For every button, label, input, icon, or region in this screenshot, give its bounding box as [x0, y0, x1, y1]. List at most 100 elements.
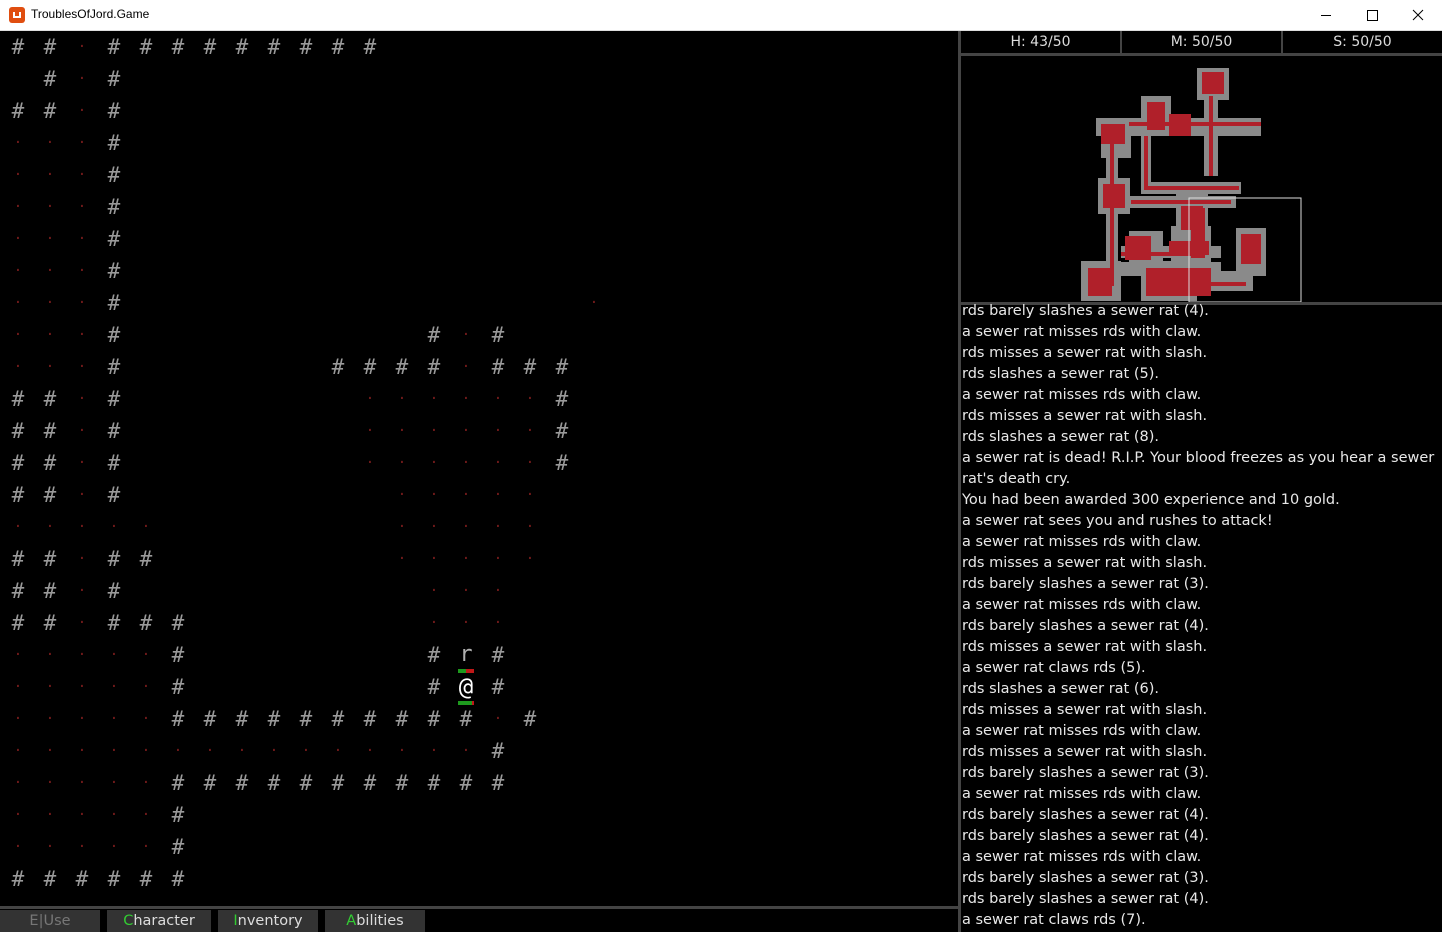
wall-tile: # [427, 675, 441, 699]
floor-tile: · [13, 359, 23, 375]
character-button[interactable]: Character [107, 910, 211, 932]
floor-tile: · [461, 487, 471, 503]
floor-tile: · [45, 743, 55, 759]
wall-tile: # [491, 675, 505, 699]
stamina-stat: S: 50/50 [1333, 34, 1392, 50]
wall-tile: # [43, 483, 57, 507]
floor-tile: · [397, 391, 407, 407]
floor-tile: · [13, 679, 23, 695]
wall-tile: # [491, 323, 505, 347]
character-hotkey: C [123, 913, 134, 929]
wall-tile: # [491, 771, 505, 795]
wall-tile: # [107, 419, 121, 443]
wall-tile: # [11, 35, 25, 59]
wall-tile: # [107, 387, 121, 411]
floor-tile: · [429, 423, 439, 439]
wall-tile: # [427, 707, 441, 731]
app-icon [9, 7, 25, 23]
maximize-button[interactable] [1349, 0, 1395, 30]
log-line: rds misses a sewer rat with slash. [962, 639, 1208, 655]
log-line: rds misses a sewer rat with slash. [962, 555, 1208, 571]
player-character: @ [458, 673, 474, 701]
floor-tile: · [45, 519, 55, 535]
wall-tile: # [107, 131, 121, 155]
wall-tile: # [395, 707, 409, 731]
inventory-button[interactable]: Inventory [218, 910, 318, 932]
floor-tile: · [45, 807, 55, 823]
floor-tile: · [77, 263, 87, 279]
floor-tile: · [45, 775, 55, 791]
player-health-bar [458, 701, 474, 705]
floor-tile: · [461, 519, 471, 535]
floor-tile: · [461, 615, 471, 631]
wall-tile: # [363, 771, 377, 795]
game-map[interactable]: # # · # # # # # # # # # # · # # # · # · · · # · · · # · · · # · · · # · · · # ·… [0, 31, 958, 906]
wall-tile: # [43, 611, 57, 635]
wall-tile: # [171, 611, 185, 635]
floor-tile: · [397, 551, 407, 567]
log-line: rds barely slashes a sewer rat (3). [962, 576, 1209, 592]
floor-tile: · [109, 743, 119, 759]
floor-tile: · [461, 327, 471, 343]
wall-tile: # [331, 707, 345, 731]
inventory-label: nventory [237, 913, 303, 929]
wall-tile: # [363, 35, 377, 59]
floor-tile: · [461, 583, 471, 599]
floor-tile: · [45, 135, 55, 151]
floor-tile: · [589, 295, 599, 311]
floor-tile: · [109, 711, 119, 727]
wall-tile: # [107, 195, 121, 219]
wall-tile: # [107, 867, 121, 891]
wall-tile: # [491, 643, 505, 667]
log-line: a sewer rat claws rds (5). [962, 660, 1146, 676]
floor-tile: · [429, 615, 439, 631]
log-line: rds misses a sewer rat with slash. [962, 744, 1208, 760]
wall-tile: # [427, 771, 441, 795]
log-line: a sewer rat claws rds (7). [962, 912, 1146, 928]
wall-tile: # [107, 99, 121, 123]
floor-tile: · [77, 839, 87, 855]
wall-tile: # [555, 451, 569, 475]
floor-tile: · [365, 743, 375, 759]
wall-tile: # [107, 67, 121, 91]
wall-tile: # [267, 707, 281, 731]
log-line: rds barely slashes a sewer rat (4). [962, 891, 1209, 907]
wall-tile: # [171, 643, 185, 667]
floor-tile: · [493, 455, 503, 471]
floor-tile: · [77, 103, 87, 119]
floor-tile: · [77, 615, 87, 631]
character-label: haracter [133, 913, 195, 929]
use-button[interactable]: E|Use [0, 910, 100, 932]
floor-tile: · [141, 775, 151, 791]
use-label: |Use [38, 913, 71, 929]
log-line: a sewer rat is dead! R.I.P. Your blood f… [962, 450, 1435, 487]
floor-tile: · [365, 423, 375, 439]
floor-tile: · [13, 647, 23, 663]
log-line: a sewer rat misses rds with claw. [962, 723, 1202, 739]
wall-tile: # [171, 803, 185, 827]
wall-tile: # [107, 451, 121, 475]
health-stat: H: 43/50 [961, 31, 1122, 53]
floor-tile: · [13, 135, 23, 151]
floor-tile: · [77, 551, 87, 567]
wall-tile: # [107, 163, 121, 187]
wall-tile: # [139, 547, 153, 571]
floor-tile: · [109, 647, 119, 663]
wall-tile: # [203, 707, 217, 731]
wall-tile: # [331, 355, 345, 379]
wall-tile: # [43, 867, 57, 891]
close-button[interactable] [1395, 0, 1441, 30]
wall-tile: # [555, 387, 569, 411]
floor-tile: · [77, 519, 87, 535]
wall-tile: # [107, 483, 121, 507]
floor-tile: · [237, 743, 247, 759]
wall-tile: # [427, 355, 441, 379]
abilities-button[interactable]: Abilities [325, 910, 425, 932]
floor-tile: · [397, 423, 407, 439]
floor-tile: · [141, 519, 151, 535]
floor-tile: · [429, 743, 439, 759]
floor-tile: · [141, 679, 151, 695]
minimize-button[interactable] [1303, 0, 1349, 30]
sewer-rat-monster: r [459, 642, 473, 667]
floor-tile: · [397, 487, 407, 503]
